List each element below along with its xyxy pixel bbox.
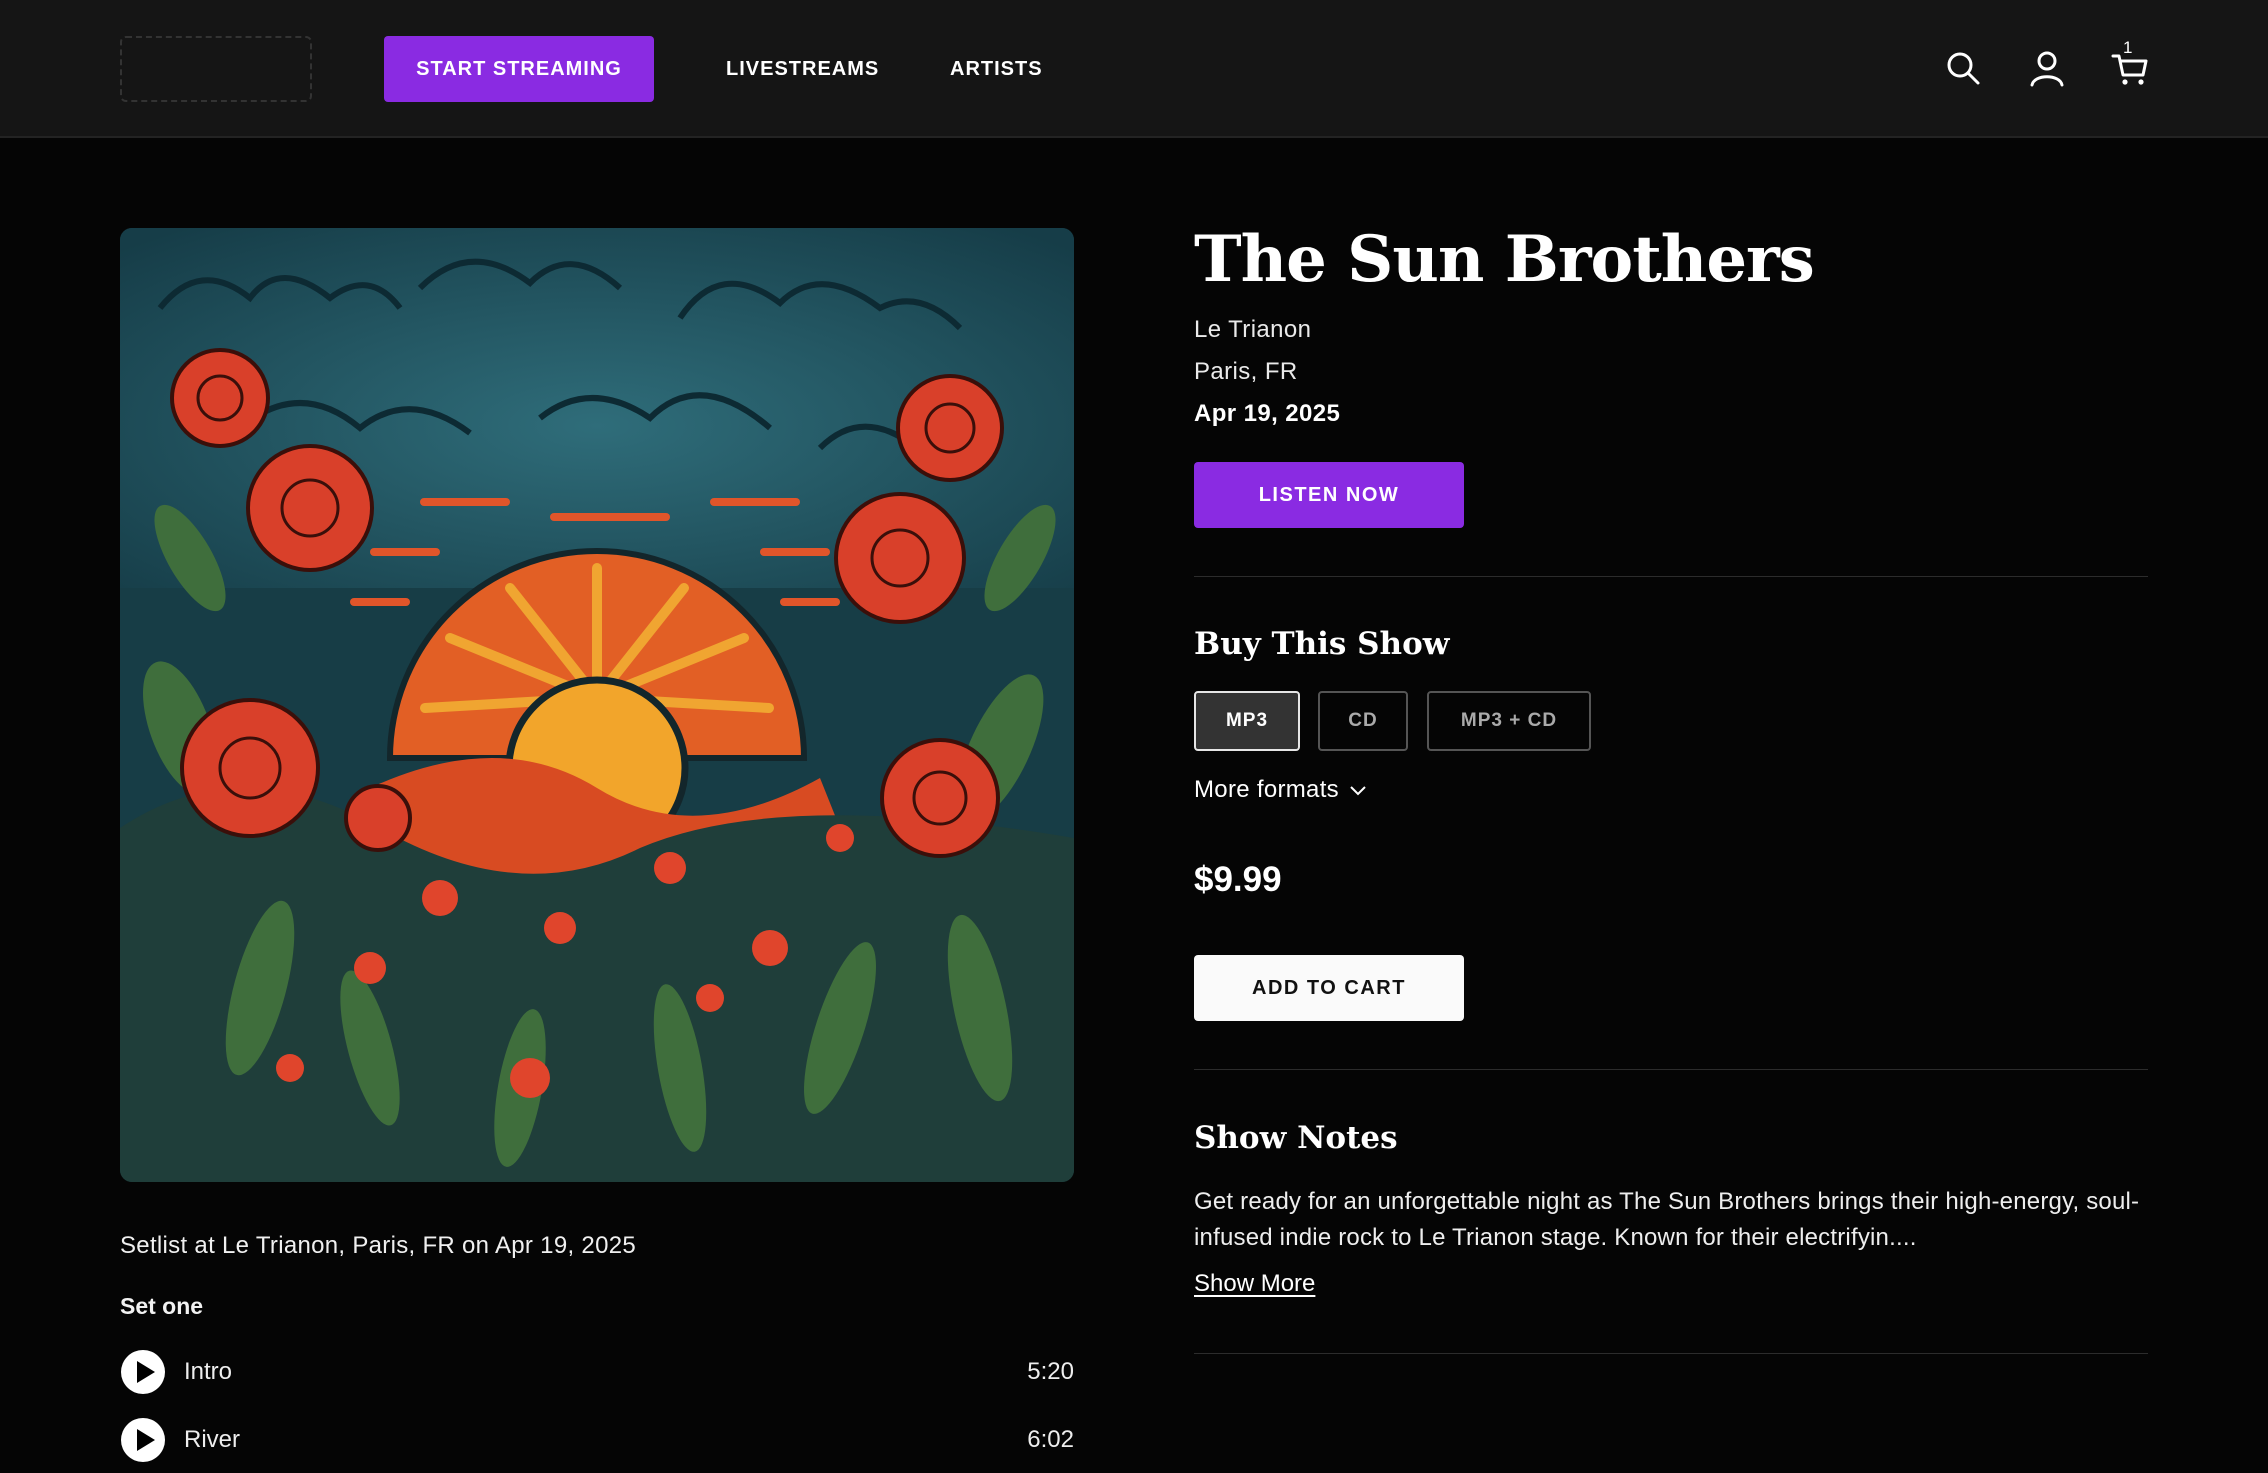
top-header: START STREAMING LIVESTREAMS ARTISTS 1 (0, 0, 2268, 138)
format-mp3-cd-button[interactable]: MP3 + CD (1427, 691, 1591, 751)
track-row: Intro 5:20 (120, 1349, 1074, 1395)
track-duration: 5:20 (1027, 1358, 1074, 1385)
more-formats-toggle[interactable]: More formats (1194, 776, 1369, 804)
logo-placeholder[interactable] (120, 36, 312, 102)
show-notes-heading: Show Notes (1194, 1120, 1398, 1156)
chevron-down-icon (1350, 786, 1366, 796)
track-name[interactable]: River (184, 1426, 1027, 1454)
buy-show-heading: Buy This Show (1194, 626, 1450, 662)
cart-count-badge: 1 (2123, 38, 2133, 57)
track-row: River 6:02 (120, 1417, 1074, 1463)
format-mp3-button[interactable]: MP3 (1194, 691, 1300, 751)
more-formats-label: More formats (1194, 776, 1339, 803)
album-artwork (120, 228, 1074, 1182)
play-icon[interactable] (120, 1417, 166, 1463)
play-icon[interactable] (120, 1349, 166, 1395)
nav-livestreams[interactable]: LIVESTREAMS (726, 36, 879, 102)
user-icon[interactable] (2027, 48, 2067, 88)
search-icon[interactable] (1943, 48, 1983, 88)
listen-now-button[interactable]: LISTEN NOW (1194, 462, 1464, 528)
setlist-title: Setlist at Le Trianon, Paris, FR on Apr … (120, 1232, 637, 1259)
start-streaming-button[interactable]: START STREAMING (384, 36, 654, 102)
artist-title: The Sun Brothers (1194, 222, 1815, 297)
track-duration: 6:02 (1027, 1426, 1074, 1453)
nav-artists[interactable]: ARTISTS (950, 36, 1043, 102)
divider (1194, 1069, 2148, 1070)
track-name[interactable]: Intro (184, 1358, 1027, 1386)
venue-name: Le Trianon (1194, 316, 1312, 343)
show-date: Apr 19, 2025 (1194, 400, 1341, 427)
show-more-link[interactable]: Show More (1194, 1270, 1315, 1298)
venue-location: Paris, FR (1194, 358, 1298, 385)
format-cd-button[interactable]: CD (1318, 691, 1408, 751)
show-notes-text: Get ready for an unforgettable night as … (1194, 1188, 2140, 1251)
add-to-cart-button[interactable]: ADD TO CART (1194, 955, 1464, 1021)
divider (1194, 1353, 2148, 1354)
divider (1194, 576, 2148, 577)
set-label: Set one (120, 1293, 204, 1319)
price: $9.99 (1194, 860, 1282, 899)
